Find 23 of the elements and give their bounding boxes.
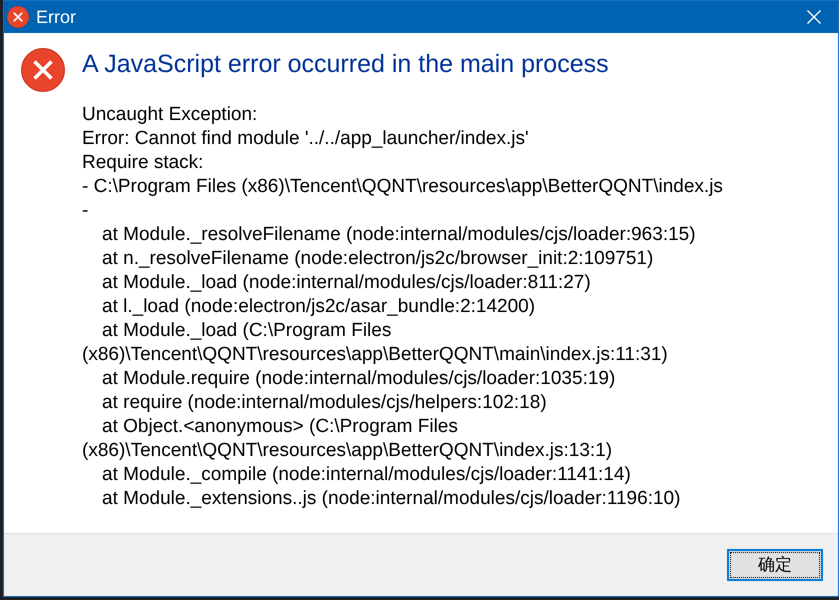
stack-trace-line: at Module._compile (node:internal/modules/cjs/loader:1141:14) [101, 463, 631, 487]
error-message-line: Uncaught Exception: [82, 103, 258, 127]
error-message-line: (x86)\Tencent\QQNT\resources\app\BetterQQNT\main\index.js:11:31) [82, 343, 668, 367]
error-message-line: (x86)\Tencent\QQNT\resources\app\BetterQQNT\index.js:13:1) [82, 439, 612, 463]
stack-trace-line: at n._resolveFilename (node:electron/js2c/browser_init:2:109751) [101, 247, 654, 271]
error-icon [21, 48, 65, 92]
error-icon [7, 6, 29, 28]
stack-trace-line: at l._load (node:electron/js2c/asar_bundle:2:14200) [101, 295, 536, 319]
stack-trace-line: at require (node:internal/modules/cjs/helpers:102:18) [101, 391, 547, 415]
stack-trace-line: at Module._load (node:internal/modules/cjs/loader:811:27) [101, 271, 591, 295]
stack-trace-line: at Module.require (node:internal/modules/cjs/loader:1035:19) [101, 367, 616, 391]
error-message-line: Require stack: [82, 151, 204, 175]
close-icon [807, 10, 821, 24]
error-message-line: Error: Cannot find module '../../app_launcher/index.js' [82, 127, 529, 151]
stack-trace-line: at Module._extensions..js (node:internal/modules/cjs/loader:1196:10) [101, 487, 680, 511]
stack-trace-line: at Object.<anonymous> (C:\Program Files [101, 415, 458, 439]
window-title: Error [36, 6, 77, 28]
ok-button[interactable]: 确定 [727, 548, 823, 580]
stack-trace-line: at Module._resolveFilename (node:internal/modules/cjs/loader:963:15) [101, 223, 696, 247]
error-message-line: - C:\Program Files (x86)\Tencent\QQNT\resources\app\BetterQQNT\index.js [82, 175, 723, 199]
stack-trace-line: at Module._load (C:\Program Files [101, 319, 392, 343]
error-heading: A JavaScript error occurred in the main process [82, 49, 609, 79]
error-message-line: - [82, 199, 88, 223]
